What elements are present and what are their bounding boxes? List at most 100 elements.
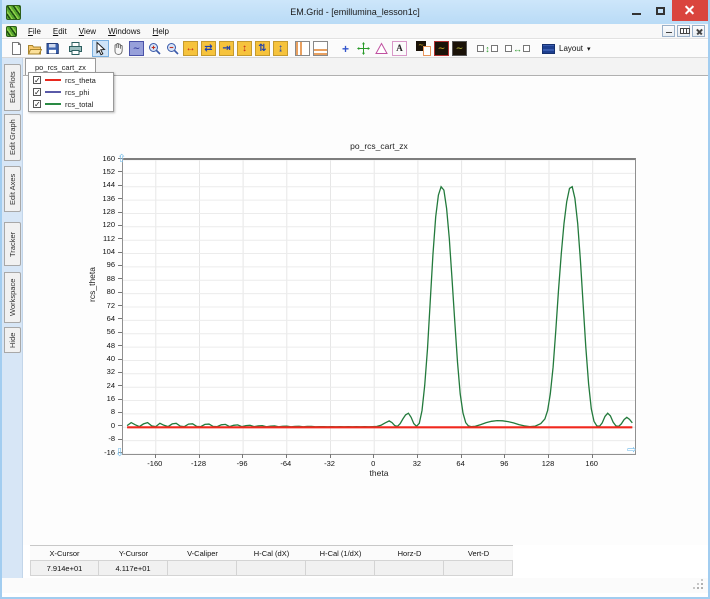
sidebar-tab-edit-axes[interactable]: Edit Axes <box>4 166 21 212</box>
print-icon[interactable] <box>67 40 84 57</box>
close-button[interactable] <box>672 0 708 21</box>
zoom-out-icon[interactable] <box>164 40 181 57</box>
menu-help[interactable]: Help <box>147 24 175 38</box>
menu-view[interactable]: View <box>73 24 102 38</box>
zoom-window-icon[interactable]: ∼ <box>128 40 145 57</box>
legend-line-sample <box>45 91 61 93</box>
y-tick-label: -8 <box>108 434 115 444</box>
y-tick-label: 120 <box>102 220 115 230</box>
y-tick-label: 8 <box>110 407 115 417</box>
sidebar-tab-workspace[interactable]: Workspace <box>4 272 21 323</box>
new-file-icon[interactable] <box>8 40 25 57</box>
legend-checkbox-rcs_theta[interactable]: ✓ <box>33 76 41 85</box>
legend-item-rcs_phi: ✓ rcs_phi <box>29 86 113 98</box>
y-tick-label: 0 <box>110 420 115 430</box>
app-logo-icon <box>6 25 17 37</box>
menu-file[interactable]: File <box>22 24 47 38</box>
sidebar-tab-edit-plots[interactable]: Edit Plots <box>4 64 21 111</box>
tracker-axes-icon[interactable] <box>355 40 372 57</box>
plot-anchor-bottom-left[interactable]: ⇩ <box>115 448 124 459</box>
y-tick-label: 128 <box>102 207 115 216</box>
split-vertical-icon[interactable] <box>294 40 311 57</box>
compress-horizontal-icon[interactable]: ⇄ <box>200 40 217 57</box>
fit-vertical-icon[interactable]: ↨ <box>272 40 289 57</box>
x-tick-label: -160 <box>147 459 163 468</box>
toolbar: ∼ ↔ ⇄ ⇥ ↕ ⇅ ↨ + A ∼ ∼ ∼ ↕ ↔ Layout ▾ <box>2 40 708 58</box>
distribute-horizontal-icon[interactable]: ↔ <box>505 40 530 57</box>
y-tick-label: 88 <box>106 273 115 283</box>
y-tick-label: 40 <box>106 354 115 363</box>
y-tick-label: 56 <box>106 327 115 337</box>
expand-vertical-icon[interactable]: ↕ <box>236 40 253 57</box>
graph-panel: ✓ rcs_theta ✓ rcs_phi ✓ rcs_total po_rcs_cart… <box>23 72 708 545</box>
mdi-minimize-button[interactable] <box>662 25 675 37</box>
pan-hand-icon[interactable] <box>110 40 127 57</box>
y-tick-label: 32 <box>106 367 115 377</box>
x-tick-label: 0 <box>371 459 376 468</box>
y-tick-label: 160 <box>102 153 115 163</box>
menu-edit[interactable]: Edit <box>47 24 73 38</box>
legend-item-rcs_total: ✓ rcs_total <box>29 98 113 110</box>
cursor-col-header: Vert-D <box>467 549 490 558</box>
cursor-col-header: X-Cursor <box>49 549 80 558</box>
y-tick-label: 64 <box>106 313 115 323</box>
mdi-restore-button[interactable] <box>677 25 690 37</box>
menu-windows[interactable]: Windows <box>102 24 146 38</box>
caliper-triangle-icon[interactable] <box>373 40 390 57</box>
maximize-icon <box>655 6 665 15</box>
cross-marker-icon[interactable]: + <box>337 40 354 57</box>
legend-line-sample <box>45 79 61 81</box>
y-tick-label: 136 <box>102 193 115 203</box>
graph-view-dark-icon[interactable]: ∼ <box>451 40 468 57</box>
legend-item-rcs_theta: ✓ rcs_theta <box>29 74 113 86</box>
y-tick-label: 48 <box>106 340 115 350</box>
cursor-col-value: 4.117e+01 <box>99 560 168 576</box>
save-file-icon[interactable] <box>44 40 61 57</box>
cursor-col-value <box>375 560 444 576</box>
sidebar-tab-tracker[interactable]: Tracker <box>4 222 21 266</box>
cursor-col-value <box>306 560 375 576</box>
select-arrow-icon[interactable] <box>92 40 109 57</box>
plot-svg <box>123 160 635 454</box>
graph-view-red-icon[interactable]: ∼ <box>433 40 450 57</box>
plot-area[interactable] <box>122 158 636 455</box>
compress-vertical-icon[interactable]: ⇅ <box>254 40 271 57</box>
zoom-in-icon[interactable] <box>146 40 163 57</box>
fit-horizontal-icon[interactable]: ⇥ <box>218 40 235 57</box>
expand-horizontal-icon[interactable]: ↔ <box>182 40 199 57</box>
legend-line-sample <box>45 103 61 105</box>
y-axis-label: rcs_theta <box>87 267 97 302</box>
plot-anchor-top-left[interactable]: ⇧ <box>117 154 126 165</box>
x-tick-label: 32 <box>412 459 422 468</box>
x-tick-label: 64 <box>456 459 465 468</box>
layout-menu[interactable]: Layout ▾ <box>537 42 596 56</box>
sidebar-tab-edit-graph[interactable]: Edit Graph <box>4 114 21 161</box>
resize-grip[interactable] <box>701 587 703 589</box>
x-tick-label: -32 <box>324 459 335 468</box>
text-annotation-icon[interactable]: A <box>391 40 408 57</box>
menu-bar: File Edit View Windows Help <box>2 24 708 39</box>
sidebar-tab-hide[interactable]: Hide <box>4 327 21 353</box>
cursor-col-value: 7.914e+01 <box>30 560 99 576</box>
maximize-button[interactable] <box>648 0 672 21</box>
y-tick-label: 144 <box>102 180 115 190</box>
cursor-col-value <box>168 560 237 576</box>
y-tick-label: 112 <box>103 233 115 243</box>
y-tick-label: 104 <box>102 247 115 256</box>
legend-checkbox-rcs_total[interactable]: ✓ <box>33 100 41 109</box>
distribute-vertical-icon[interactable]: ↕ <box>477 40 498 57</box>
legend-checkbox-rcs_phi[interactable]: ✓ <box>33 88 41 97</box>
chart-title: po_rcs_cart_zx <box>350 141 408 151</box>
y-tick-label: 80 <box>106 287 115 297</box>
split-horizontal-icon[interactable] <box>312 40 329 57</box>
titlebar: EM.Grid - [emillumina_lesson1c] <box>2 0 708 24</box>
plot-anchor-bottom-right[interactable]: ⇨ <box>627 445 636 456</box>
graph-settings-icon[interactable]: ∼ <box>415 40 432 57</box>
mdi-close-button[interactable] <box>692 25 705 37</box>
x-tick-label: -64 <box>280 459 292 468</box>
open-file-icon[interactable] <box>26 40 43 57</box>
cursor-col-value <box>237 560 306 576</box>
cursor-col-header: H-Cal (1/dX) <box>319 549 362 558</box>
x-tick-label: -128 <box>190 459 206 468</box>
minimize-button[interactable] <box>624 0 648 21</box>
